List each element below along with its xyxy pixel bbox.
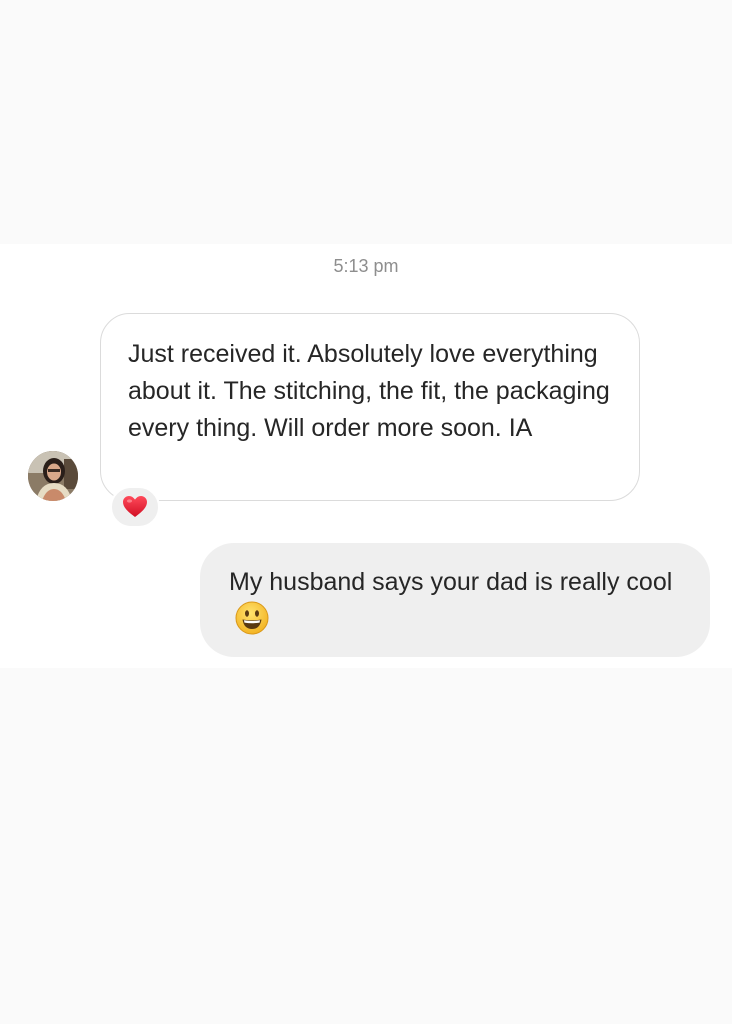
bottom-empty-area <box>0 668 732 1024</box>
avatar-photo <box>28 451 78 501</box>
incoming-message-text: Just received it. Absolutely love everyt… <box>128 340 610 442</box>
outgoing-message-bubble[interactable]: My husband says your dad is really cool <box>200 543 710 657</box>
incoming-message-bubble[interactable]: Just received it. Absolutely love everyt… <box>100 313 640 501</box>
message-timestamp: 5:13 pm <box>333 256 399 276</box>
message-reaction[interactable] <box>110 486 160 528</box>
red-heart-icon <box>123 496 147 517</box>
grinning-face-icon <box>235 601 269 635</box>
sender-avatar[interactable] <box>28 451 78 501</box>
outgoing-message-text: My husband says your dad is really cool <box>229 568 673 596</box>
top-empty-area <box>0 0 732 244</box>
